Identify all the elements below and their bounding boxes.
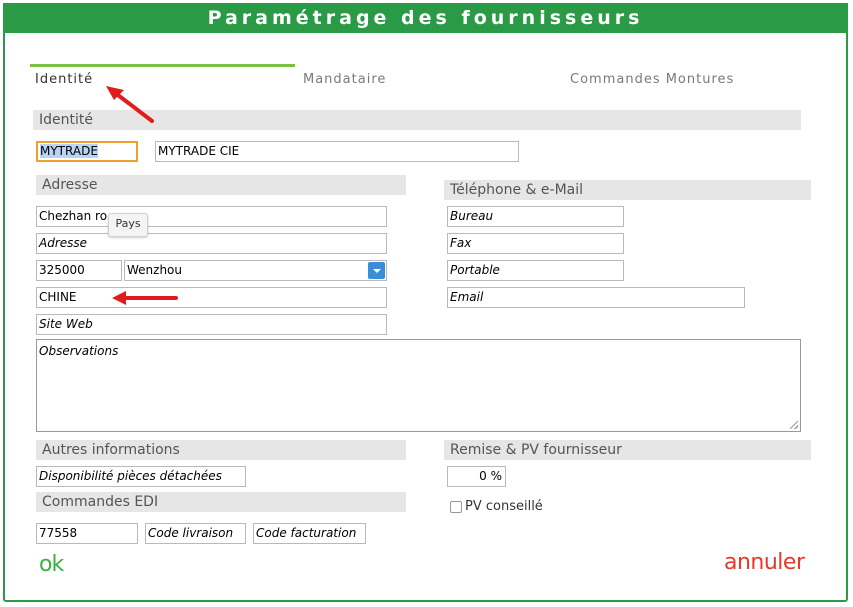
chevron-down-icon[interactable] — [368, 262, 385, 279]
address-line1-input[interactable]: Chezhan ro — [36, 206, 387, 227]
spare-parts-availability-input[interactable]: Disponibilité pièces détachées — [36, 466, 246, 487]
active-tab-indicator — [30, 64, 295, 67]
observations-placeholder: Observations — [39, 344, 119, 358]
pv-conseille-label: PV conseillé — [465, 499, 543, 514]
section-commandes-edi: Commandes EDI — [36, 492, 406, 512]
fax-input[interactable]: Fax — [447, 233, 624, 254]
website-input[interactable]: Site Web — [36, 314, 387, 335]
country-input[interactable]: CHINE — [36, 287, 387, 308]
dialog-title: Paramétrage des fournisseurs — [3, 3, 848, 33]
city-select[interactable]: Wenzhou — [124, 260, 387, 281]
supplier-code-value: MYTRADE — [40, 144, 98, 158]
annotation-arrow-tab — [106, 86, 154, 123]
annotation-arrow-country — [112, 291, 178, 305]
cancel-button[interactable]: annuler — [724, 550, 805, 575]
phone-office-input[interactable]: Bureau — [447, 206, 624, 227]
pv-conseille-checkbox[interactable] — [450, 501, 462, 513]
mobile-input[interactable]: Portable — [447, 260, 624, 281]
section-autres-informations: Autres informations — [36, 440, 406, 460]
billing-code-input[interactable]: Code facturation — [253, 523, 366, 544]
supplier-name-input[interactable]: MYTRADE CIE — [155, 141, 519, 162]
city-value: Wenzhou — [127, 263, 183, 277]
email-input[interactable]: Email — [447, 287, 745, 308]
supplier-code-input[interactable]: MYTRADE — [36, 141, 138, 162]
tab-commandes-montures[interactable]: Commandes Montures — [570, 72, 734, 87]
address-line2-input[interactable]: Adresse — [36, 233, 387, 254]
edi-code-input[interactable]: 77558 — [36, 523, 138, 544]
section-remise-pv: Remise & PV fournisseur — [444, 440, 811, 460]
discount-input[interactable]: 0 % — [447, 466, 506, 487]
delivery-code-input[interactable]: Code livraison — [145, 523, 246, 544]
section-telephone: Téléphone & e-Mail — [444, 180, 811, 200]
section-adresse: Adresse — [36, 175, 406, 195]
tab-identite[interactable]: Identité — [35, 72, 93, 87]
postal-code-input[interactable]: 325000 — [36, 260, 122, 281]
tab-mandataire[interactable]: Mandataire — [303, 72, 386, 87]
ok-button[interactable]: ok — [39, 552, 64, 577]
resize-handle-icon[interactable] — [790, 421, 798, 429]
observations-textarea[interactable]: Observations — [36, 339, 801, 432]
country-tooltip: Pays — [108, 213, 148, 237]
